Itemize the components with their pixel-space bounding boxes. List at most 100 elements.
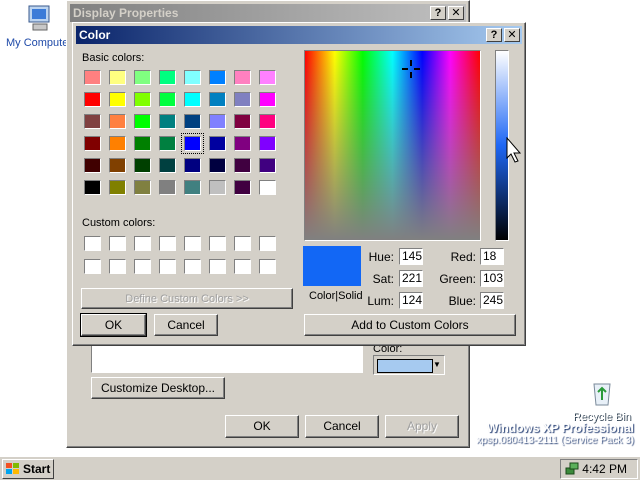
help-button[interactable]: ? — [486, 28, 502, 42]
basic-color-swatch[interactable] — [259, 136, 276, 151]
recycle-bin-graphic-icon — [593, 383, 611, 406]
basic-color-swatch[interactable] — [259, 92, 276, 107]
basic-color-swatch[interactable] — [109, 92, 126, 107]
custom-color-swatch[interactable] — [184, 259, 201, 274]
basic-color-swatch[interactable] — [84, 158, 101, 173]
basic-color-swatch[interactable] — [209, 92, 226, 107]
blue-input[interactable]: 245 — [480, 292, 504, 309]
color-preview-swatch — [377, 359, 433, 373]
green-input[interactable]: 103 — [480, 270, 504, 287]
basic-color-swatch[interactable] — [134, 92, 151, 107]
system-tray: 4:42 PM — [560, 459, 638, 479]
customize-desktop-button[interactable]: Customize Desktop... — [91, 377, 225, 399]
basic-color-swatch[interactable] — [234, 70, 251, 85]
network-icon[interactable] — [565, 462, 579, 476]
basic-color-swatch[interactable] — [159, 136, 176, 151]
blue-label: Blue: — [448, 294, 476, 308]
basic-color-swatch[interactable] — [109, 114, 126, 129]
basic-color-swatch[interactable] — [184, 92, 201, 107]
basic-color-swatch[interactable] — [84, 180, 101, 195]
basic-color-swatch[interactable] — [159, 180, 176, 195]
basic-color-swatch[interactable] — [209, 114, 226, 129]
basic-color-swatch[interactable] — [259, 158, 276, 173]
custom-color-swatch[interactable] — [259, 259, 276, 274]
custom-color-swatch[interactable] — [109, 236, 126, 251]
basic-color-swatch[interactable] — [134, 70, 151, 85]
custom-color-swatch[interactable] — [259, 236, 276, 251]
cancel-button[interactable]: Cancel — [305, 415, 379, 438]
basic-color-swatch[interactable] — [209, 158, 226, 173]
basic-color-swatch[interactable] — [234, 92, 251, 107]
ok-button[interactable]: OK — [225, 415, 299, 438]
color-spectrum-picker[interactable] — [304, 50, 481, 241]
luminosity-arrow-icon[interactable] — [506, 137, 522, 163]
color-picker-dropdown[interactable]: ▼ — [373, 355, 445, 375]
red-input[interactable]: 18 — [480, 248, 504, 265]
basic-color-swatch[interactable] — [109, 180, 126, 195]
basic-color-swatch[interactable] — [134, 114, 151, 129]
basic-color-swatch[interactable] — [234, 180, 251, 195]
custom-color-swatch[interactable] — [234, 236, 251, 251]
basic-color-swatch[interactable] — [259, 70, 276, 85]
basic-color-swatch[interactable] — [234, 136, 251, 151]
basic-color-swatch[interactable] — [234, 158, 251, 173]
basic-color-swatch[interactable] — [159, 92, 176, 107]
basic-color-swatch[interactable] — [84, 92, 101, 107]
custom-color-swatch[interactable] — [159, 236, 176, 251]
custom-color-swatch[interactable] — [209, 259, 226, 274]
basic-color-swatch[interactable] — [84, 70, 101, 85]
basic-color-swatch[interactable] — [109, 158, 126, 173]
color-cancel-button[interactable]: Cancel — [154, 314, 218, 336]
define-custom-colors-button[interactable]: Define Custom Colors >> — [81, 288, 293, 309]
basic-color-swatch[interactable] — [209, 180, 226, 195]
basic-color-swatch[interactable] — [184, 180, 201, 195]
basic-color-swatch[interactable] — [259, 180, 276, 195]
start-button[interactable]: Start — [2, 459, 54, 479]
clock[interactable]: 4:42 PM — [582, 462, 627, 476]
add-to-custom-colors-button[interactable]: Add to Custom Colors — [304, 314, 516, 336]
help-button[interactable]: ? — [430, 6, 446, 20]
basic-color-swatch[interactable] — [134, 158, 151, 173]
computer-icon — [28, 5, 50, 31]
apply-button[interactable]: Apply — [385, 415, 459, 438]
close-button[interactable]: ✕ — [504, 28, 520, 42]
color-ok-button[interactable]: OK — [80, 313, 147, 337]
basic-color-swatch[interactable] — [159, 114, 176, 129]
custom-color-swatch[interactable] — [159, 259, 176, 274]
custom-color-swatch[interactable] — [134, 236, 151, 251]
lum-label: Lum: — [367, 294, 394, 308]
basic-color-swatch[interactable] — [109, 70, 126, 85]
basic-color-swatch[interactable] — [84, 114, 101, 129]
basic-color-swatch[interactable] — [134, 180, 151, 195]
hue-input[interactable]: 145 — [399, 248, 423, 265]
lum-input[interactable]: 124 — [399, 292, 423, 309]
basic-color-swatch[interactable] — [159, 70, 176, 85]
recycle-bin-icon[interactable]: Recycle Bin — [566, 378, 638, 423]
custom-color-swatch[interactable] — [134, 259, 151, 274]
basic-color-swatch[interactable] — [184, 70, 201, 85]
basic-color-swatch[interactable] — [234, 114, 251, 129]
custom-color-swatch[interactable] — [234, 259, 251, 274]
basic-color-swatch[interactable] — [209, 70, 226, 85]
basic-color-swatch[interactable] — [134, 136, 151, 151]
basic-color-swatch[interactable] — [184, 158, 201, 173]
custom-color-swatch[interactable] — [84, 236, 101, 251]
basic-color-swatch[interactable] — [259, 114, 276, 129]
chevron-down-icon[interactable]: ▼ — [431, 357, 443, 373]
sat-input[interactable]: 221 — [399, 270, 423, 287]
basic-color-swatch[interactable] — [184, 114, 201, 129]
basic-color-swatch[interactable] — [209, 136, 226, 151]
os-watermark: Windows XP Professional — [486, 421, 634, 435]
basic-color-swatch[interactable] — [84, 136, 101, 151]
custom-color-swatch[interactable] — [184, 236, 201, 251]
basic-color-swatch[interactable] — [109, 136, 126, 151]
basic-color-swatch[interactable] — [159, 158, 176, 173]
description-field — [91, 345, 363, 373]
custom-color-swatch[interactable] — [84, 259, 101, 274]
color-solid-preview — [303, 246, 361, 286]
close-button[interactable]: ✕ — [448, 6, 464, 20]
crosshair-icon — [402, 60, 420, 78]
custom-color-swatch[interactable] — [109, 259, 126, 274]
basic-color-swatch[interactable] — [181, 133, 204, 154]
custom-color-swatch[interactable] — [209, 236, 226, 251]
